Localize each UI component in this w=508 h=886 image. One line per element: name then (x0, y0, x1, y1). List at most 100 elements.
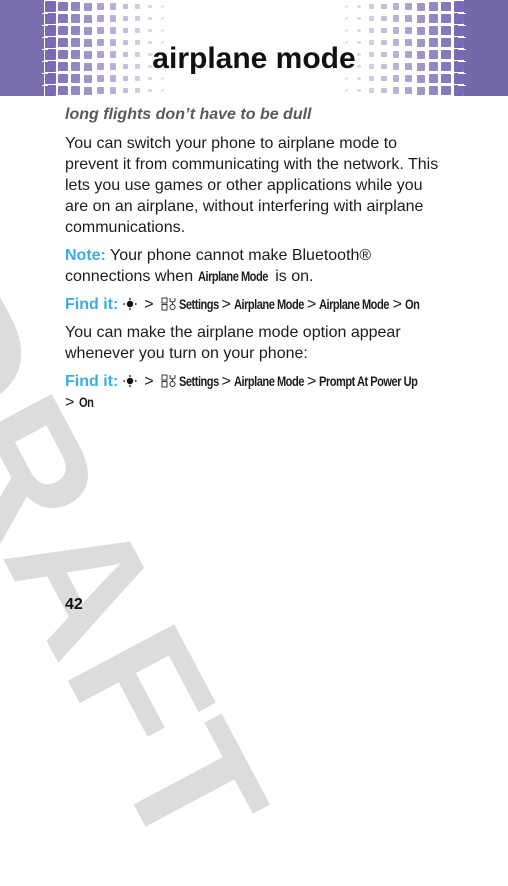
pattern-square (57, 85, 68, 96)
pattern-square (393, 75, 400, 82)
pattern-square (441, 85, 452, 96)
pattern-square (381, 15, 387, 22)
intro-paragraph: You can switch your phone to airplane mo… (65, 135, 439, 236)
pattern-square (344, 77, 348, 80)
pattern-square (161, 5, 165, 8)
pattern-square (122, 87, 128, 94)
find-it-label: Find it: (65, 296, 119, 313)
path-step: Prompt At Power Up (319, 374, 418, 389)
pattern-square (417, 26, 426, 35)
pattern-square (356, 76, 361, 81)
pattern-square (344, 89, 348, 92)
path-separator: > (65, 394, 75, 411)
pattern-square (109, 15, 116, 22)
pattern-square (344, 29, 348, 32)
pattern-square (417, 2, 426, 11)
pattern-square (83, 14, 92, 23)
pattern-line (42, 48, 48, 50)
pattern-square (45, 85, 56, 96)
pattern-square (135, 4, 141, 9)
pattern-square (441, 1, 452, 12)
pattern-square (356, 4, 361, 9)
path-separator: > (144, 296, 154, 313)
pattern-square (405, 14, 413, 23)
pattern-square (57, 1, 68, 12)
pattern-square (429, 86, 439, 95)
pattern-square (109, 27, 116, 34)
pattern-square (368, 28, 374, 33)
pattern-square (148, 4, 153, 9)
page-content: long flights don’t have to be dull You c… (65, 104, 445, 420)
pattern-line (458, 36, 466, 38)
path-step: Settings (179, 374, 219, 389)
pattern-line (458, 48, 466, 50)
pattern-square (70, 86, 80, 95)
pattern-square (135, 28, 141, 33)
pattern-square (122, 15, 128, 22)
pattern-line (458, 60, 466, 62)
path-separator: > (221, 373, 231, 390)
pattern-square (429, 26, 439, 35)
pattern-square (393, 87, 400, 94)
pattern-square (417, 14, 426, 23)
pattern-square (405, 26, 413, 35)
pattern-square (148, 16, 153, 21)
pattern-square (57, 25, 68, 36)
pattern-square (368, 76, 374, 81)
pattern-square (393, 15, 400, 22)
pattern-square (45, 1, 56, 12)
pattern-square (161, 89, 165, 92)
pattern-line (42, 36, 48, 38)
pattern-square (441, 25, 452, 36)
pattern-square (122, 3, 128, 10)
pattern-square (57, 13, 68, 24)
pattern-square (96, 14, 104, 23)
pattern-square (393, 27, 400, 34)
pattern-line (42, 24, 48, 26)
pattern-square (429, 2, 439, 11)
pattern-square (161, 29, 165, 32)
pattern-square (356, 88, 361, 93)
pattern-square (344, 5, 348, 8)
pattern-square (135, 88, 141, 93)
pattern-line (458, 72, 466, 74)
pattern-square (96, 2, 104, 11)
pattern-square (109, 75, 116, 82)
pattern-line (458, 84, 466, 86)
chapter-title: airplane mode (152, 42, 356, 75)
path-step: Airplane Mode (233, 374, 304, 389)
pattern-square (381, 75, 387, 82)
pattern-square (417, 86, 426, 95)
path-separator: > (144, 373, 154, 390)
pattern-square (441, 13, 452, 24)
pattern-square (135, 16, 141, 21)
pattern-square (344, 17, 348, 20)
navigation-key-icon (123, 374, 137, 388)
path-step: Airplane Mode (319, 297, 390, 312)
path-separator: > (221, 296, 231, 313)
path-separator: > (307, 373, 317, 390)
path-step: On (78, 395, 94, 410)
pattern-square (135, 76, 141, 81)
find-it-path-1: Find it: > Settings > Airplane Mode > Airpla… (65, 294, 445, 315)
path-separator: > (307, 296, 317, 313)
path-step: Airplane Mode (233, 297, 304, 312)
pattern-square (368, 88, 374, 93)
path-step: On (404, 297, 420, 312)
pattern-square (83, 26, 92, 35)
pattern-square (109, 87, 116, 94)
find-it-path-2: Find it: > Settings > Airplane Mode > Prompt… (65, 371, 445, 413)
pattern-line (42, 12, 48, 14)
pattern-square (70, 2, 80, 11)
pattern-square (368, 4, 374, 9)
settings-icon (161, 297, 176, 311)
pattern-square (453, 85, 464, 96)
pattern-line (42, 84, 48, 86)
pattern-square (453, 13, 464, 24)
path-step: Settings (179, 297, 219, 312)
pattern-square (83, 86, 92, 95)
pattern-square (393, 3, 400, 10)
find-it-label: Find it: (65, 373, 119, 390)
pattern-square (161, 17, 165, 20)
settings-icon (161, 374, 176, 388)
